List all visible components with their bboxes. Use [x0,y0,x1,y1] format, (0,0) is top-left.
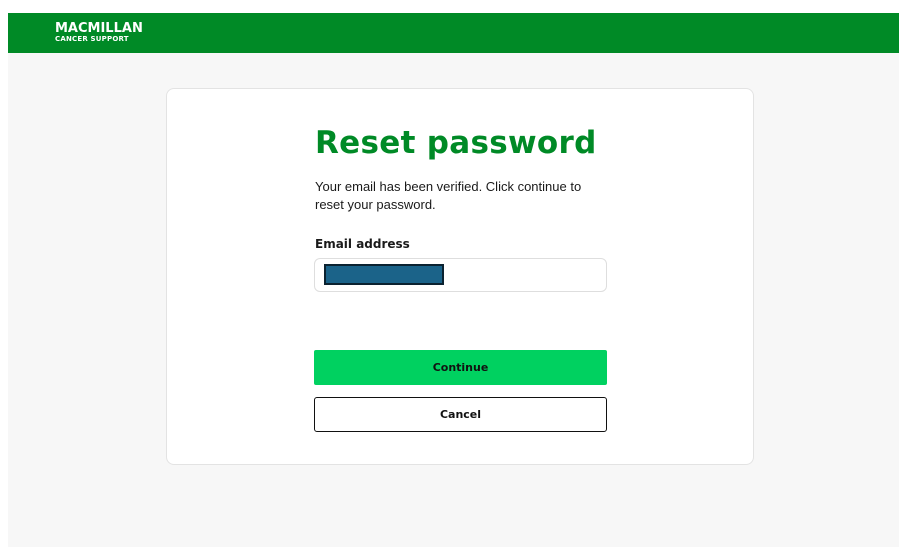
logo-wordmark: MACMILLAN [55,21,143,36]
verification-message: Your email has been verified. Click cont… [315,179,582,212]
reset-password-card: Reset password Your email has been verif… [166,88,754,465]
continue-button[interactable]: Continue [314,350,607,385]
cancel-button[interactable]: Cancel [314,397,607,432]
logo-subtitle: CANCER SUPPORT [55,35,129,43]
email-field[interactable] [314,258,607,292]
email-label: Email address [315,237,410,251]
email-input[interactable] [315,259,606,291]
page: MACMILLAN CANCER SUPPORT Reset password … [0,0,899,547]
header-bar: MACMILLAN CANCER SUPPORT [8,13,899,53]
macmillan-logo[interactable]: MACMILLAN CANCER SUPPORT [55,22,143,43]
page-title: Reset password [315,125,597,161]
